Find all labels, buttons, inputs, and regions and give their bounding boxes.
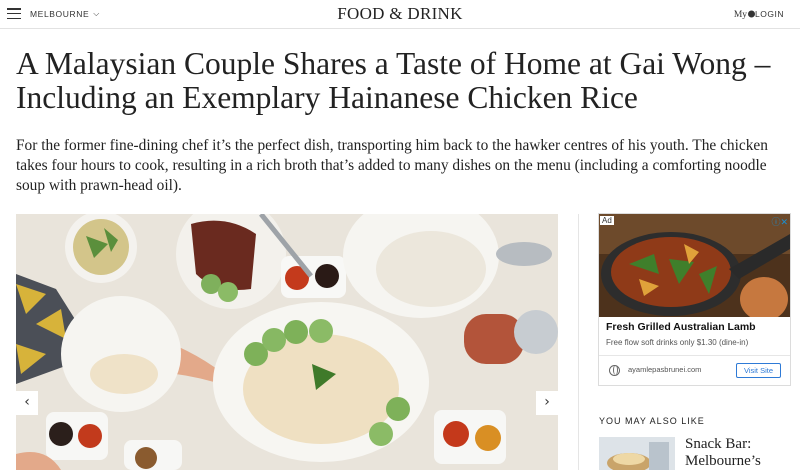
article-headline: A Malaysian Couple Shares a Taste of Hom…: [16, 46, 771, 115]
ad-food-photo: [599, 214, 790, 317]
ad-subtitle: Free flow soft drinks only $1.30 (dine-i…: [606, 338, 749, 347]
you-may-also-like-heading: YOU MAY ALSO LIKE: [599, 416, 705, 426]
login-my-label: My: [733, 10, 748, 20]
hero-food-photo: [16, 214, 558, 470]
ad-domain: ayamlepasbrunei.com: [628, 365, 702, 374]
hero-image[interactable]: [16, 214, 558, 470]
ad-choices-icon[interactable]: ⓘ✕: [771, 215, 788, 228]
top-navigation-bar: MELBOURNE ⌵ FOOD & DRINK My LOGIN: [0, 0, 800, 29]
login-label: LOGIN: [755, 9, 784, 19]
carousel-prev-button[interactable]: ‹: [16, 391, 38, 415]
ad-image[interactable]: Ad ⓘ✕: [599, 214, 790, 317]
related-article-title[interactable]: Snack Bar: Melbourne’s: [685, 436, 795, 470]
chevron-left-icon: ‹: [24, 394, 30, 410]
globe-icon: [609, 365, 620, 376]
carousel-next-button[interactable]: ›: [536, 391, 558, 415]
chevron-right-icon: ›: [544, 394, 550, 410]
login-link[interactable]: My LOGIN: [734, 9, 784, 20]
sidebar-ad[interactable]: Ad ⓘ✕ Fresh Grilled Australian Lamb Free…: [598, 213, 791, 386]
related-article-thumbnail[interactable]: [599, 437, 675, 470]
ad-footer: ayamlepasbrunei.com Visit Site: [599, 355, 790, 385]
broadsheet-dot-icon: [747, 10, 755, 18]
ad-title[interactable]: Fresh Grilled Australian Lamb: [606, 321, 756, 333]
visit-site-button[interactable]: Visit Site: [736, 363, 781, 378]
column-divider: [578, 214, 579, 470]
related-article-photo: [599, 437, 675, 470]
article-standfirst: For the former fine-dining chef it’s the…: [16, 137, 768, 194]
ad-label: Ad: [600, 216, 614, 225]
section-logo[interactable]: FOOD & DRINK: [0, 4, 800, 24]
